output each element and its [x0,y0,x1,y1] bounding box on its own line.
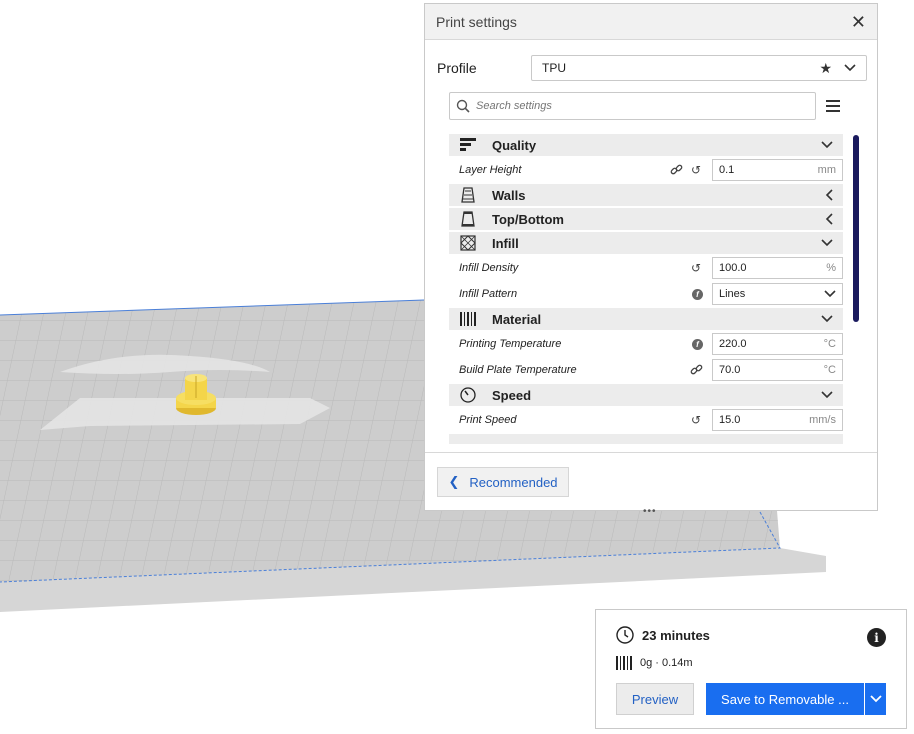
print-time: 23 minutes [642,627,710,643]
field-unit: °C [823,338,836,350]
walls-icon [459,187,477,203]
category-walls[interactable]: Walls [449,184,843,206]
category-label: Material [492,311,542,327]
panel-footer: ❮ Recommended ••• [425,452,877,517]
printing-temperature-input[interactable]: 220.0 °C [712,333,843,355]
close-icon[interactable]: ✕ [851,13,866,31]
setting-label: Infill Density [459,262,519,274]
chevron-left-icon [825,189,833,201]
settings-menu-icon[interactable] [826,100,840,112]
field-value: 70.0 [719,364,741,376]
search-row [449,91,845,121]
setting-label: Infill Pattern [459,288,518,300]
save-label: Save to Removable ... [721,691,849,707]
info-icon[interactable]: i [867,628,886,647]
chevron-down-icon [824,290,836,298]
category-partial[interactable] [449,434,843,444]
recommended-label: Recommended [469,474,558,490]
link-icon[interactable] [689,363,703,377]
setting-infill-density: Infill Density ↺ 100.0 % [449,256,843,280]
save-options-dropdown[interactable] [864,683,886,715]
function-icon[interactable]: f [692,338,703,350]
panel-title: Print settings [436,13,517,30]
print-action-panel: 23 minutes i 0g · 0.14m Preview Save to … [595,609,907,729]
setting-label: Printing Temperature [459,338,562,350]
link-icon[interactable] [669,163,683,177]
setting-label: Print Speed [459,414,517,426]
search-box [449,92,816,120]
infill-density-input[interactable]: 100.0 % [712,257,843,279]
chevron-down-icon [821,141,833,149]
setting-printing-temperature: Printing Temperature f 220.0 °C [449,332,843,356]
chevron-down-icon [821,239,833,247]
category-infill[interactable]: Infill [449,232,843,254]
field-value: 100.0 [719,262,747,274]
category-material[interactable]: Material [449,308,843,330]
profile-value: TPU [542,61,566,75]
clock-icon [616,626,634,644]
preview-button[interactable]: Preview [616,683,694,715]
field-unit: mm [817,164,836,176]
infill-icon [459,235,477,251]
build-plate-temperature-input[interactable]: 70.0 °C [712,359,843,381]
reset-icon[interactable]: ↺ [689,413,703,427]
category-label: Top/Bottom [492,211,564,227]
category-speed[interactable]: Speed [449,384,843,406]
resize-handle-icon[interactable]: ••• [643,506,657,517]
chevron-left-icon [825,213,833,225]
panel-header: Print settings ✕ [425,4,877,40]
search-icon [456,99,470,113]
top-bottom-icon [459,211,477,227]
settings-scrollbar[interactable] [853,135,859,322]
profile-select[interactable]: TPU ★ [531,55,867,81]
settings-list: Quality Layer Height ↺ 0.1 mm Walls Top/… [449,132,843,451]
category-label: Walls [492,187,526,203]
chevron-down-icon [821,391,833,399]
category-quality[interactable]: Quality [449,134,843,156]
field-value: 0.1 [719,164,735,176]
category-label: Infill [492,235,519,251]
material-icon [616,656,632,670]
setting-build-plate-temperature: Build Plate Temperature 70.0 °C [449,358,843,382]
material-usage-row: 0g · 0.14m [616,656,693,670]
chevron-left-icon: ❮ [448,474,460,489]
chevron-down-icon [821,315,833,323]
save-to-removable-button[interactable]: Save to Removable ... [706,683,864,715]
print-settings-panel: Print settings ✕ Profile TPU ★ Quality L… [424,3,878,517]
search-input[interactable] [474,99,809,113]
setting-layer-height: Layer Height ↺ 0.1 mm [449,158,843,182]
setting-label: Layer Height [459,164,522,176]
chevron-down-icon [869,695,882,703]
print-speed-input[interactable]: 15.0 mm/s [712,409,843,431]
recommended-button[interactable]: ❮ Recommended [437,467,569,497]
profile-row: Profile TPU ★ [437,54,867,82]
material-icon [459,311,477,327]
field-unit: mm/s [809,414,836,426]
category-label: Speed [492,387,532,403]
chevron-down-icon [844,64,856,72]
field-value: 15.0 [719,414,741,426]
field-value: 220.0 [719,338,747,350]
category-top-bottom[interactable]: Top/Bottom [449,208,843,230]
field-unit: °C [823,364,836,376]
material-usage: 0g · 0.14m [640,657,693,669]
setting-label: Build Plate Temperature [459,364,577,376]
function-icon[interactable]: f [692,288,703,300]
print-time-row: 23 minutes [616,626,710,644]
reset-icon[interactable]: ↺ [689,163,703,177]
reset-icon[interactable]: ↺ [689,261,703,275]
speed-icon [459,387,477,403]
field-value: Lines [719,288,746,300]
setting-print-speed: Print Speed ↺ 15.0 mm/s [449,408,843,432]
preview-label: Preview [631,691,679,707]
profile-label: Profile [437,60,477,76]
layer-height-input[interactable]: 0.1 mm [712,159,843,181]
star-icon[interactable]: ★ [819,60,832,77]
quality-icon [459,137,477,153]
setting-infill-pattern: Infill Pattern f Lines [449,282,843,306]
field-unit: % [826,262,836,274]
category-label: Quality [492,137,537,153]
infill-pattern-select[interactable]: Lines [712,283,843,305]
